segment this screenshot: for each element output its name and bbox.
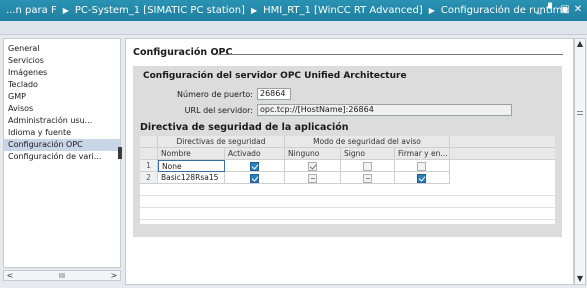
nav-item-language-font[interactable]: Idioma y fuente xyxy=(4,127,120,139)
close-icon[interactable]: ✕ xyxy=(573,3,583,17)
nav-item-tag-settings[interactable]: Configuración de vari... xyxy=(4,151,120,163)
splitter-handle[interactable] xyxy=(118,147,122,159)
col-sign[interactable]: Signo xyxy=(341,148,395,160)
scroll-right-icon[interactable]: > xyxy=(108,271,120,280)
none-cell xyxy=(285,160,341,172)
group-header-policies: Directivas de seguridad xyxy=(158,136,285,148)
server-config-title: Configuración del servidor OPC Unified A… xyxy=(143,71,407,81)
group-header-modes: Modo de seguridad del aviso xyxy=(285,136,450,148)
restore-icon[interactable]: ▘ xyxy=(547,3,557,17)
nav-item-opc-settings[interactable]: Configuración OPC xyxy=(4,139,120,151)
nav-item-general[interactable]: General xyxy=(4,43,120,55)
nav-item-alarms[interactable]: Avisos xyxy=(4,103,120,115)
server-url-label: URL del servidor: xyxy=(184,106,253,115)
section-title: Configuración OPC xyxy=(133,47,233,58)
breadcrumb-separator-icon: ▶ xyxy=(250,6,258,15)
breadcrumb-hmi-runtime[interactable]: HMI_RT_1 [WinCC RT Advanced] xyxy=(263,5,423,16)
scroll-thumb[interactable]: III xyxy=(16,272,108,280)
row-index[interactable]: 2 xyxy=(140,172,158,184)
empty-header-cell xyxy=(450,148,555,160)
col-none[interactable]: Ninguno xyxy=(285,148,341,160)
table-column-header: Nombre Activado Ninguno Signo Firmar y e… xyxy=(140,148,555,160)
nav-item-gmp[interactable]: GMP xyxy=(4,91,120,103)
scroll-left-icon[interactable]: < xyxy=(4,271,16,280)
section-divider xyxy=(218,54,563,55)
security-policy-title: Directiva de seguridad de la aplicación xyxy=(140,122,349,133)
enabled-cell xyxy=(225,160,285,172)
app-window: ...n para F ▶ PC-System_1 [SIMATIC PC st… xyxy=(0,0,587,288)
empty-table-row xyxy=(140,208,555,220)
none-cell xyxy=(285,172,341,184)
port-label: Número de puerto: xyxy=(177,90,253,99)
index-header-cell xyxy=(140,148,158,160)
nav-item-user-admin[interactable]: Administración usu... xyxy=(4,115,120,127)
main-vertical-scrollbar[interactable]: ▲ ▼ xyxy=(574,38,586,285)
empty-table-row xyxy=(140,184,555,196)
nav-item-keyboard[interactable]: Teclado xyxy=(4,79,120,91)
main-content: Configuración OPC Configuración del serv… xyxy=(125,38,574,285)
row-index[interactable]: 1 xyxy=(140,160,158,172)
breadcrumb-pc-station[interactable]: PC-System_1 [SIMATIC PC station] xyxy=(75,5,245,16)
nav-horizontal-scrollbar[interactable]: < III > xyxy=(3,270,121,281)
maximize-icon[interactable]: ▣ xyxy=(560,3,570,17)
breadcrumb-separator-icon: ▶ xyxy=(62,6,69,15)
table-group-header: Directivas de seguridad Modo de segurida… xyxy=(140,136,555,148)
table-row[interactable]: 2 Basic128Rsa15 xyxy=(140,172,555,184)
sign-encrypt-cell xyxy=(395,172,450,184)
sign-encrypt-mode-checkbox[interactable] xyxy=(417,162,426,171)
window-controls: _ ▘ ▣ ✕ xyxy=(534,3,583,17)
none-mode-checkbox[interactable] xyxy=(308,162,317,171)
port-number-input[interactable]: 26864 xyxy=(257,88,291,100)
sign-encrypt-cell xyxy=(395,160,450,172)
sign-cell xyxy=(341,160,395,172)
breadcrumb-project[interactable]: ...n para F xyxy=(6,5,57,16)
scroll-grip-icon[interactable] xyxy=(577,111,583,115)
empty-header-cell xyxy=(450,136,555,148)
security-policy-table: Directivas de seguridad Modo de segurida… xyxy=(140,136,555,224)
breadcrumb-separator-icon: ▶ xyxy=(428,6,435,15)
policy-name-cell[interactable]: Basic128Rsa15 xyxy=(158,172,225,184)
corner-cell xyxy=(140,136,158,148)
settings-nav: General Servicios Imágenes Teclado GMP A… xyxy=(3,38,121,268)
col-name[interactable]: Nombre xyxy=(158,148,225,160)
sign-encrypt-mode-checkbox[interactable] xyxy=(417,174,426,183)
sign-mode-checkbox[interactable] xyxy=(363,162,372,171)
empty-table-row xyxy=(140,196,555,208)
minimize-icon[interactable]: _ xyxy=(534,3,544,17)
nav-item-screens[interactable]: Imágenes xyxy=(4,67,120,79)
col-enabled[interactable]: Activado xyxy=(225,148,285,160)
col-sign-encrypt[interactable]: Firmar y en... xyxy=(395,148,450,160)
none-mode-checkbox[interactable] xyxy=(308,174,317,183)
scroll-up-icon[interactable]: ▲ xyxy=(575,39,585,49)
scroll-down-icon[interactable]: ▼ xyxy=(575,274,585,284)
server-url-field[interactable]: opc.tcp://[HostName]:26864 xyxy=(257,104,512,116)
enabled-checkbox[interactable] xyxy=(250,174,259,183)
toolbar-strip xyxy=(0,21,587,35)
sign-cell xyxy=(341,172,395,184)
nav-item-services[interactable]: Servicios xyxy=(4,55,120,67)
sign-mode-checkbox[interactable] xyxy=(363,174,372,183)
enabled-checkbox[interactable] xyxy=(250,162,259,171)
policy-name-cell[interactable]: None xyxy=(158,160,225,172)
opc-server-panel: Configuración del servidor OPC Unified A… xyxy=(133,66,562,237)
title-bar: ...n para F ▶ PC-System_1 [SIMATIC PC st… xyxy=(0,0,587,21)
enabled-cell xyxy=(225,172,285,184)
table-row[interactable]: 1 None xyxy=(140,160,555,172)
